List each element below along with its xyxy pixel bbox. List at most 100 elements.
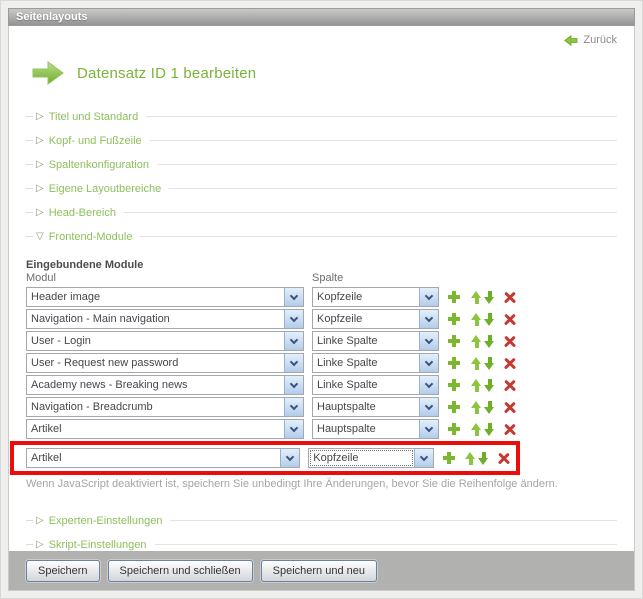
section-label[interactable]: Eigene Layoutbereiche xyxy=(49,183,162,195)
dropdown-button[interactable] xyxy=(280,449,299,467)
column-select[interactable]: Linke Spalte xyxy=(312,375,439,395)
add-row-icon[interactable] xyxy=(448,313,460,325)
module-select[interactable]: Navigation - Breadcrumb xyxy=(26,397,304,417)
move-down-icon[interactable] xyxy=(484,401,495,414)
collapsed-toggle-icon[interactable]: ▷ xyxy=(36,112,44,122)
module-select[interactable]: Academy news - Breaking news xyxy=(26,375,304,395)
dropdown-button[interactable] xyxy=(284,332,303,350)
collapsed-toggle-icon[interactable]: ▷ xyxy=(36,540,44,550)
chevron-down-icon xyxy=(425,335,433,343)
move-up-icon[interactable] xyxy=(471,335,482,348)
dropdown-button[interactable] xyxy=(284,310,303,328)
module-row: User - Request new password Linke Spalte xyxy=(26,353,617,373)
dropdown-button[interactable] xyxy=(419,420,438,438)
section-label[interactable]: Spaltenkonfiguration xyxy=(49,159,149,171)
move-down-icon[interactable] xyxy=(484,379,495,392)
move-up-icon[interactable] xyxy=(471,313,482,326)
chevron-down-icon xyxy=(290,379,298,387)
delete-row-icon[interactable] xyxy=(504,401,516,413)
section-label[interactable]: Experten-Einstellungen xyxy=(49,515,163,527)
delete-row-icon[interactable] xyxy=(504,313,516,325)
move-down-icon[interactable] xyxy=(484,335,495,348)
section-label[interactable]: Head-Bereich xyxy=(49,207,116,219)
add-row-icon[interactable] xyxy=(448,335,460,347)
move-down-icon[interactable] xyxy=(484,357,495,370)
move-up-icon[interactable] xyxy=(471,401,482,414)
add-row-icon[interactable] xyxy=(448,423,460,435)
column-select[interactable]: Kopfzeile xyxy=(312,309,439,329)
module-select-value: User - Request new password xyxy=(27,354,284,372)
delete-row-icon[interactable] xyxy=(498,452,510,464)
dropdown-button[interactable] xyxy=(284,376,303,394)
column-select[interactable]: Hauptspalte xyxy=(312,397,439,417)
delete-row-icon[interactable] xyxy=(504,357,516,369)
column-select[interactable]: Hauptspalte xyxy=(312,419,439,439)
section-label[interactable]: Frontend-Module xyxy=(49,231,133,243)
column-select[interactable]: Kopfzeile xyxy=(308,448,433,468)
dropdown-button[interactable] xyxy=(284,354,303,372)
dropdown-button[interactable] xyxy=(419,332,438,350)
dropdown-button[interactable] xyxy=(284,288,303,306)
back-button[interactable]: Zurück xyxy=(564,34,617,46)
add-row-icon[interactable] xyxy=(443,452,455,464)
move-up-icon[interactable] xyxy=(471,291,482,304)
section-label[interactable]: Titel und Standard xyxy=(49,111,138,123)
section-frontend-module[interactable]: ▽ Frontend-Module xyxy=(26,230,617,243)
add-row-icon[interactable] xyxy=(448,401,460,413)
move-up-icon[interactable] xyxy=(471,357,482,370)
save-and-new-button[interactable]: Speichern und neu xyxy=(261,560,377,582)
section-kopf-und-fusszeile[interactable]: ▷ Kopf- und Fußzeile xyxy=(26,134,617,147)
column-select[interactable]: Kopfzeile xyxy=(312,287,439,307)
move-up-icon[interactable] xyxy=(471,379,482,392)
section-label[interactable]: Skript-Einstellungen xyxy=(49,539,147,551)
section-label[interactable]: Kopf- und Fußzeile xyxy=(49,135,142,147)
section-experten-einstellungen[interactable]: ▷ Experten-Einstellungen xyxy=(26,514,617,527)
save-button[interactable]: Speichern xyxy=(26,560,100,582)
module-select[interactable]: Artikel xyxy=(26,448,300,468)
collapsed-toggle-icon[interactable]: ▷ xyxy=(36,136,44,146)
chevron-down-icon xyxy=(425,291,433,299)
add-row-icon[interactable] xyxy=(448,291,460,303)
section-eigene-layoutbereiche[interactable]: ▷ Eigene Layoutbereiche xyxy=(26,182,617,195)
dropdown-button[interactable] xyxy=(419,398,438,416)
move-down-icon[interactable] xyxy=(484,423,495,436)
collapsed-toggle-icon[interactable]: ▷ xyxy=(36,516,44,526)
dropdown-button[interactable] xyxy=(419,376,438,394)
delete-row-icon[interactable] xyxy=(504,291,516,303)
move-up-icon[interactable] xyxy=(465,452,476,465)
delete-row-icon[interactable] xyxy=(504,335,516,347)
save-and-close-button[interactable]: Speichern und schließen xyxy=(108,560,253,582)
module-select[interactable]: Artikel xyxy=(26,419,304,439)
module-select[interactable]: User - Login xyxy=(26,331,304,351)
add-row-icon[interactable] xyxy=(448,379,460,391)
section-titel-und-standard[interactable]: ▷ Titel und Standard xyxy=(26,110,617,123)
module-select[interactable]: Header image xyxy=(26,287,304,307)
delete-row-icon[interactable] xyxy=(504,379,516,391)
move-down-icon[interactable] xyxy=(478,452,489,465)
dropdown-button[interactable] xyxy=(284,398,303,416)
collapsed-toggle-icon[interactable]: ▷ xyxy=(36,184,44,194)
add-row-icon[interactable] xyxy=(448,357,460,369)
dropdown-button[interactable] xyxy=(419,354,438,372)
move-down-icon[interactable] xyxy=(484,313,495,326)
module-select[interactable]: Navigation - Main navigation xyxy=(26,309,304,329)
delete-row-icon[interactable] xyxy=(504,423,516,435)
move-down-icon[interactable] xyxy=(484,291,495,304)
column-select[interactable]: Linke Spalte xyxy=(312,353,439,373)
section-line-stub xyxy=(26,188,33,189)
section-spaltenkonfiguration[interactable]: ▷ Spaltenkonfiguration xyxy=(26,158,617,171)
module-row-highlighted: Artikel Kopfzeile xyxy=(26,448,510,468)
dropdown-button[interactable] xyxy=(419,288,438,306)
module-select-value: Artikel xyxy=(27,449,280,467)
dropdown-button[interactable] xyxy=(414,449,433,467)
module-select[interactable]: User - Request new password xyxy=(26,353,304,373)
collapsed-toggle-icon[interactable]: ▷ xyxy=(36,160,44,170)
section-head-bereich[interactable]: ▷ Head-Bereich xyxy=(26,206,617,219)
section-skript-einstellungen[interactable]: ▷ Skript-Einstellungen xyxy=(26,538,617,551)
expanded-toggle-icon[interactable]: ▽ xyxy=(36,232,44,242)
collapsed-toggle-icon[interactable]: ▷ xyxy=(36,208,44,218)
column-select[interactable]: Linke Spalte xyxy=(312,331,439,351)
dropdown-button[interactable] xyxy=(284,420,303,438)
move-up-icon[interactable] xyxy=(471,423,482,436)
dropdown-button[interactable] xyxy=(419,310,438,328)
